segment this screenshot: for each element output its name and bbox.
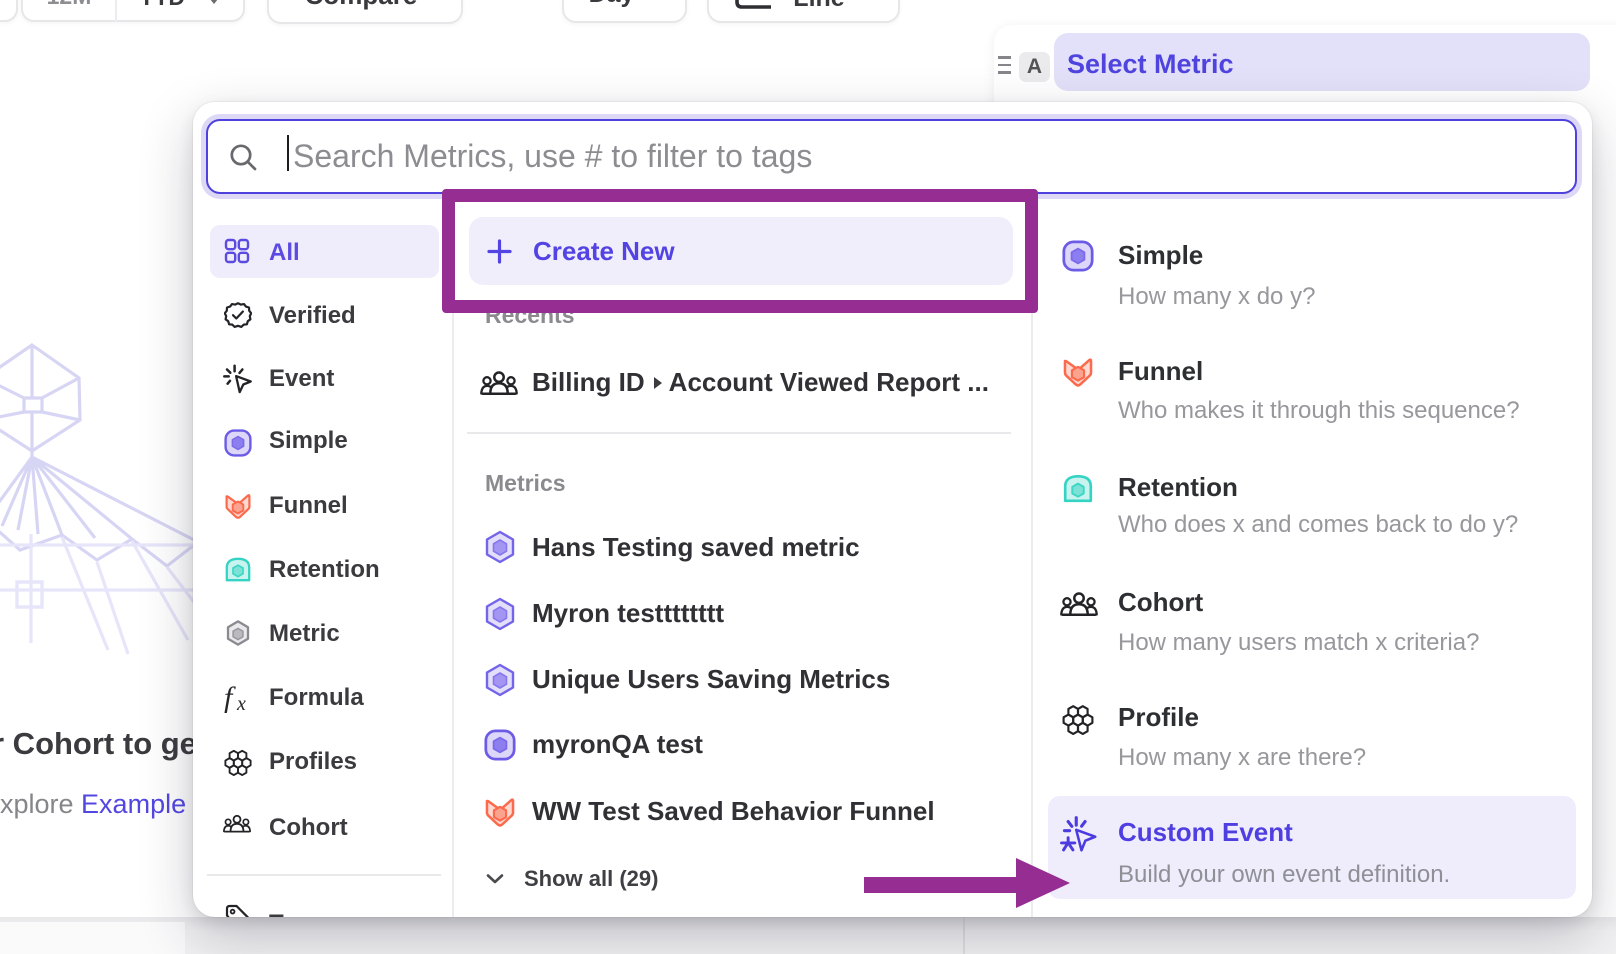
svg-text:f: f xyxy=(224,683,236,713)
svg-text:x: x xyxy=(236,693,246,713)
